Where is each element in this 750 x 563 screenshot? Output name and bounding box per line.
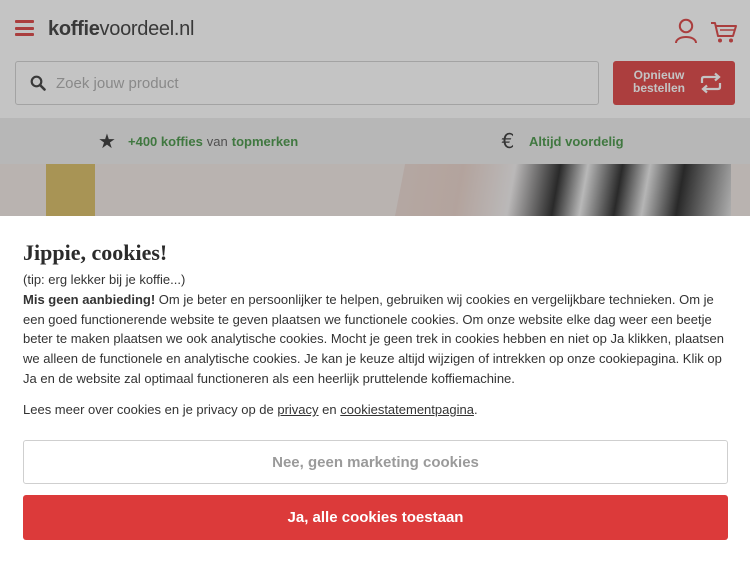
more-suffix: . [473,402,478,417]
cookie-body: Mis geen aanbieding! Om je beter en pers… [23,290,729,389]
cookie-tip: (tip: erg lekker bij je koffie...) [23,272,186,287]
more-and: en [318,402,341,417]
accept-all-cookies-button[interactable]: Ja, alle cookies toestaan [23,495,728,540]
cookiestatement-link[interactable]: cookiestatementpagina [340,402,474,417]
privacy-link[interactable]: privacy [277,402,318,417]
cookie-title: Jippie, cookies! [23,240,168,265]
decline-marketing-cookies-button[interactable]: Nee, geen marketing cookies [23,440,728,484]
more-prefix: Lees meer over cookies en je privacy op … [23,402,278,417]
cookie-more-info: Lees meer over cookies en je privacy op … [23,402,478,417]
cookie-body-bold: Mis geen aanbieding! [23,292,156,307]
modal-backdrop [0,0,750,216]
cookie-consent-panel: Jippie, cookies! (tip: erg lekker bij je… [0,216,750,563]
